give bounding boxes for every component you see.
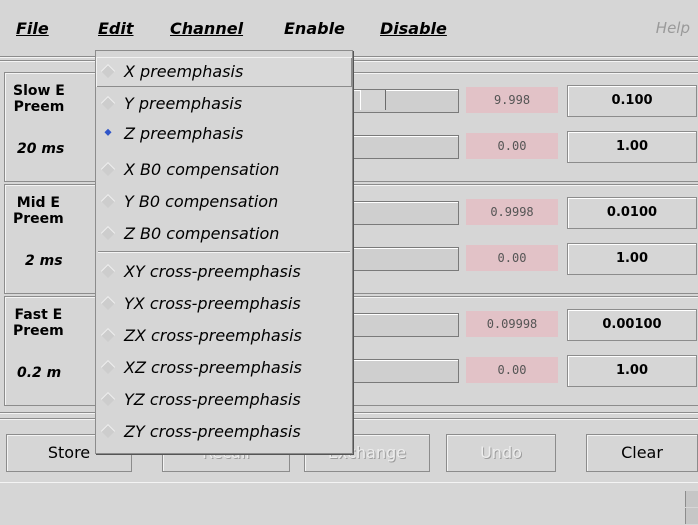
menu-item-y-preemphasis[interactable]: Y preemphasis [96, 89, 352, 119]
scroll-down-icon[interactable] [685, 508, 698, 524]
radio-indicator-icon [100, 95, 116, 111]
radio-indicator-icon [100, 391, 116, 407]
menu-disable-label: Disable [380, 19, 447, 38]
menu-item-label: YX cross-preemphasis [124, 294, 301, 313]
menu-channel[interactable]: Channel [170, 19, 243, 38]
menu-channel-label: Channel [170, 19, 244, 38]
menu-item-x-preemphasis[interactable]: X preemphasis [96, 57, 352, 87]
group-label-line2: Preem [13, 323, 64, 339]
menu-enable[interactable]: Enable [284, 19, 345, 38]
amplitude-setting[interactable]: 0.100 [567, 85, 697, 117]
menu-item-xy-cross-preemphasis[interactable]: XY cross-preemphasis [96, 257, 352, 287]
menu-file[interactable]: File [16, 19, 49, 38]
radio-indicator-icon [100, 63, 116, 79]
menu-item-z-preemphasis[interactable]: Z preemphasis [96, 119, 352, 149]
time-value: 0.00 [466, 357, 558, 383]
menu-item-label: Z preemphasis [124, 124, 244, 143]
menu-bar: File Edit Channel Enable Disable Help [0, 0, 698, 52]
menu-file-label: File [16, 19, 49, 38]
radio-indicator-icon [100, 327, 116, 343]
amplitude-value: 0.9998 [466, 199, 558, 225]
radio-indicator-icon [100, 193, 116, 209]
group-label: Slow E Preem [13, 83, 65, 115]
menu-item-label: XZ cross-preemphasis [124, 358, 302, 377]
amplitude-value: 0.09998 [466, 311, 558, 337]
menu-item-label: XY cross-preemphasis [124, 262, 301, 281]
menu-item-label: X B0 compensation [124, 160, 280, 179]
menu-edit[interactable]: Edit [98, 19, 134, 38]
radio-indicator-icon [100, 161, 116, 177]
scroll-up-icon[interactable] [685, 491, 698, 507]
group-label-line1: Slow E [13, 83, 65, 99]
menu-separator [98, 251, 350, 253]
menu-help[interactable]: Help [656, 19, 690, 37]
menu-enable-label: Enable [284, 19, 345, 38]
menu-edit-label: Edit [98, 19, 134, 38]
menu-item-label: Y preemphasis [124, 94, 243, 113]
time-setting[interactable]: 1.00 [567, 131, 697, 163]
menu-item-label: YZ cross-preemphasis [124, 390, 301, 409]
edit-dropdown-menu: X preemphasis Y preemphasis Z preemphasi… [95, 50, 353, 454]
radio-selected-icon [101, 126, 115, 140]
group-label-line2: Preem [13, 211, 64, 227]
time-constant-label: 0.2 m [17, 365, 62, 381]
menu-item-yz-cross-preemphasis[interactable]: YZ cross-preemphasis [96, 385, 352, 415]
radio-indicator-icon [100, 423, 116, 439]
menu-item-label: ZY cross-preemphasis [124, 422, 301, 441]
slider-thumb[interactable] [360, 90, 386, 110]
radio-indicator-icon [100, 295, 116, 311]
amplitude-value: 9.998 [466, 87, 558, 113]
status-bar [0, 482, 698, 525]
menu-item-y-b0-compensation[interactable]: Y B0 compensation [96, 187, 352, 217]
time-setting[interactable]: 1.00 [567, 355, 697, 387]
group-label-line1: Fast E [14, 307, 63, 323]
menu-item-yx-cross-preemphasis[interactable]: YX cross-preemphasis [96, 289, 352, 319]
time-value: 0.00 [466, 245, 558, 271]
time-value: 0.00 [466, 133, 558, 159]
menu-item-xz-cross-preemphasis[interactable]: XZ cross-preemphasis [96, 353, 352, 383]
radio-indicator-icon [100, 359, 116, 375]
group-label-line1: Mid E [16, 195, 60, 211]
group-label: Mid E Preem [13, 195, 64, 227]
menu-item-label: Y B0 compensation [124, 192, 279, 211]
menu-item-z-b0-compensation[interactable]: Z B0 compensation [96, 219, 352, 249]
amplitude-setting[interactable]: 0.00100 [567, 309, 697, 341]
menu-item-x-b0-compensation[interactable]: X B0 compensation [96, 155, 352, 185]
radio-indicator-icon [100, 263, 116, 279]
menu-item-label: Z B0 compensation [124, 224, 280, 243]
group-label-line2: Preem [13, 99, 65, 115]
radio-indicator-icon [100, 225, 116, 241]
undo-button[interactable]: Undo [446, 434, 556, 472]
group-label: Fast E Preem [13, 307, 64, 339]
menu-item-label: X preemphasis [124, 62, 244, 81]
time-constant-label: 2 ms [25, 253, 63, 269]
amplitude-setting[interactable]: 0.0100 [567, 197, 697, 229]
menu-item-label: ZX cross-preemphasis [124, 326, 302, 345]
time-constant-label: 20 ms [17, 141, 65, 157]
time-setting[interactable]: 1.00 [567, 243, 697, 275]
menu-disable[interactable]: Disable [380, 19, 447, 38]
menu-item-zx-cross-preemphasis[interactable]: ZX cross-preemphasis [96, 321, 352, 351]
menu-item-zy-cross-preemphasis[interactable]: ZY cross-preemphasis [96, 417, 352, 447]
clear-button[interactable]: Clear [586, 434, 698, 472]
